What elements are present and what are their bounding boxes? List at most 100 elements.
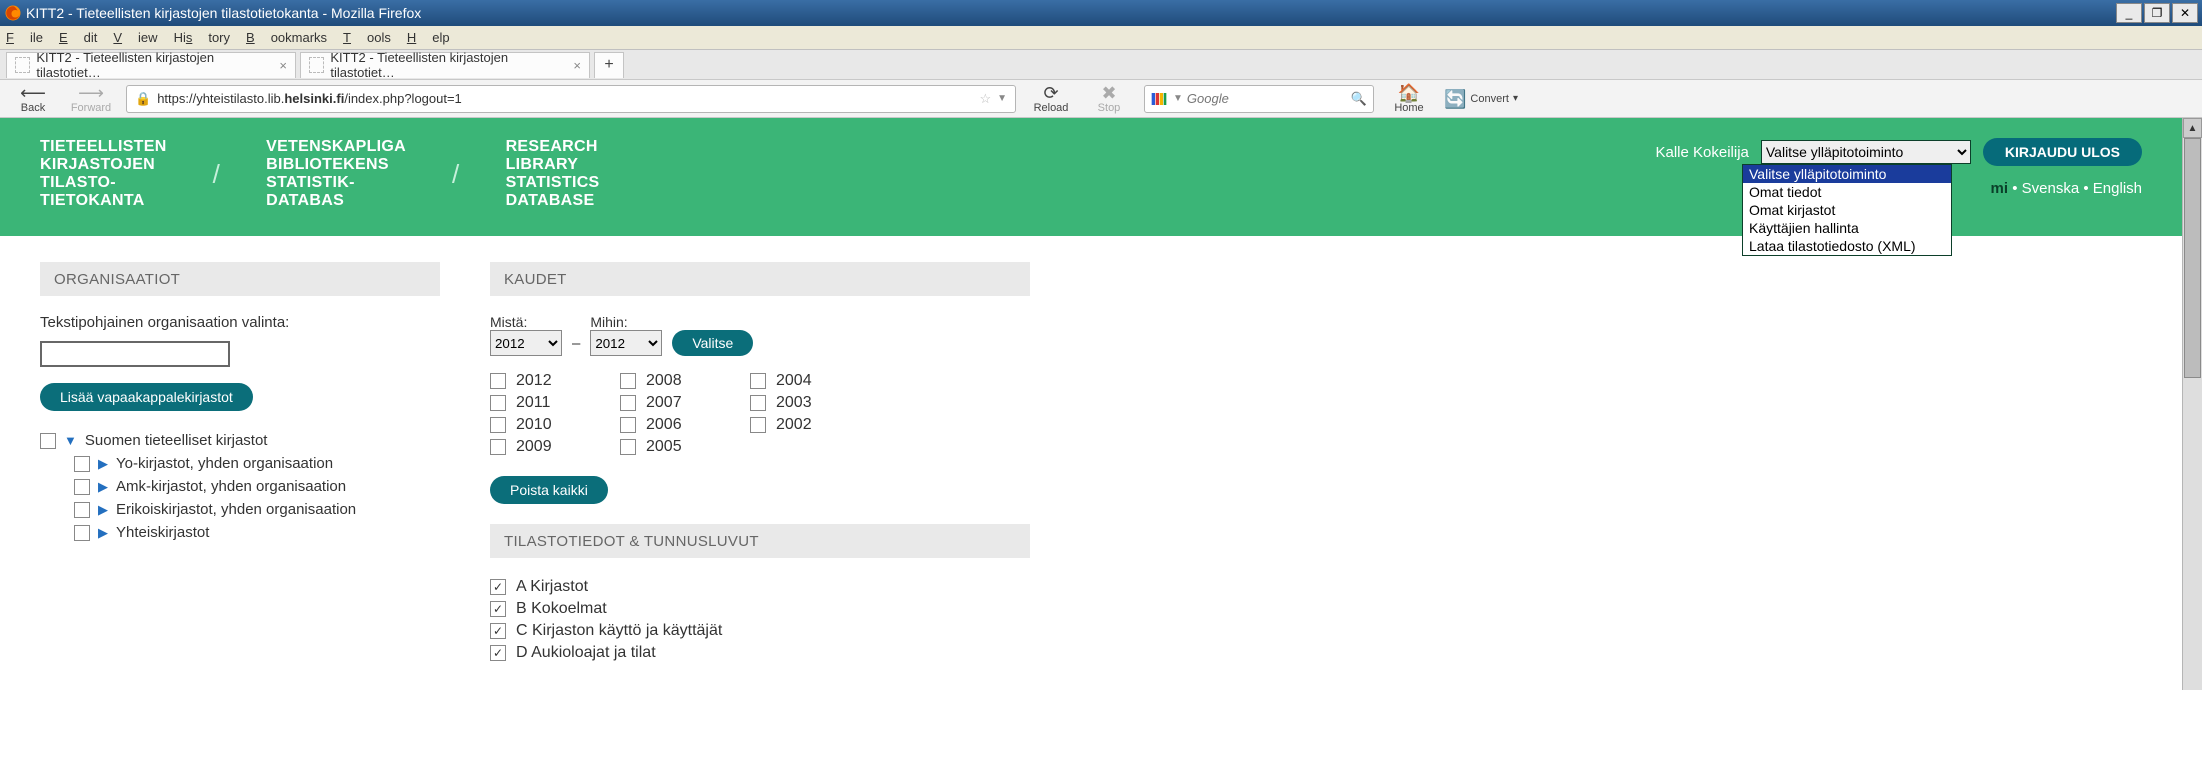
close-icon[interactable]: ×: [573, 58, 581, 73]
checkbox[interactable]: [490, 579, 506, 595]
checkbox[interactable]: [40, 433, 56, 449]
checkbox[interactable]: [74, 479, 90, 495]
search-icon[interactable]: 🔍: [1351, 91, 1367, 107]
to-label: Mihin:: [590, 314, 662, 330]
scroll-up-icon[interactable]: ▲: [2183, 118, 2202, 138]
menu-file[interactable]: File: [6, 30, 43, 45]
bookmark-star-icon[interactable]: ☆: [979, 91, 991, 107]
stat-label: A Kirjastot: [516, 578, 588, 596]
chevron-down-icon[interactable]: ▾: [1513, 93, 1518, 104]
tree-item[interactable]: ▶ Erikoiskirjastot, yhden organisaation: [40, 498, 440, 521]
checkbox[interactable]: [490, 439, 506, 455]
checkbox[interactable]: [490, 417, 506, 433]
menu-view[interactable]: View: [113, 30, 157, 45]
admin-option-selected[interactable]: Valitse ylläpitotoiminto: [1743, 165, 1951, 183]
checkbox[interactable]: [620, 373, 636, 389]
stat-item[interactable]: D Aukioloajat ja tilat: [490, 642, 1030, 664]
checkbox[interactable]: [750, 417, 766, 433]
forward-button[interactable]: ⟶ Forward: [68, 84, 114, 114]
stop-button[interactable]: ✖ Stop: [1086, 84, 1132, 114]
year-cell[interactable]: 2003: [750, 392, 880, 414]
url-text: https://yhteistilasto.lib.helsinki.fi/in…: [157, 91, 462, 106]
to-year-select[interactable]: 2012: [590, 330, 662, 356]
reload-button[interactable]: ⟳ Reload: [1028, 84, 1074, 114]
logout-button[interactable]: KIRJAUDU ULOS: [1983, 138, 2142, 166]
expand-down-icon[interactable]: ▼: [64, 433, 77, 448]
tree-item[interactable]: ▶ Yhteiskirjastot: [40, 521, 440, 544]
checkbox[interactable]: [74, 502, 90, 518]
tab-label: KITT2 - Tieteellisten kirjastojen tilast…: [330, 50, 565, 80]
checkbox[interactable]: [74, 525, 90, 541]
year-cell[interactable]: 2012: [490, 370, 620, 392]
stat-item[interactable]: C Kirjaston käyttö ja käyttäjät: [490, 620, 1030, 642]
stop-label: Stop: [1098, 102, 1121, 114]
checkbox[interactable]: [750, 373, 766, 389]
checkbox[interactable]: [490, 373, 506, 389]
tree-item[interactable]: ▶ Yo-kirjastot, yhden organisaation: [40, 452, 440, 475]
chevron-down-icon[interactable]: ▼: [1173, 93, 1183, 104]
lang-fi-link[interactable]: mi: [1991, 180, 2009, 197]
menu-history[interactable]: History: [174, 30, 230, 45]
tree-label: Suomen tieteelliset kirjastot: [85, 432, 268, 449]
convert-button[interactable]: 🔄 Convert ▾: [1444, 90, 1518, 108]
scroll-thumb[interactable]: [2184, 138, 2201, 378]
menu-edit[interactable]: Edit: [59, 30, 97, 45]
checkbox[interactable]: [490, 601, 506, 617]
checkbox[interactable]: [490, 645, 506, 661]
year-cell[interactable]: 2002: [750, 414, 880, 436]
checkbox[interactable]: [750, 395, 766, 411]
checkbox[interactable]: [490, 623, 506, 639]
year-cell[interactable]: 2004: [750, 370, 880, 392]
tree-root[interactable]: ▼ Suomen tieteelliset kirjastot: [40, 429, 440, 452]
year-cell[interactable]: 2009: [490, 436, 620, 458]
new-tab-button[interactable]: +: [594, 52, 624, 78]
vertical-scrollbar[interactable]: ▲: [2182, 118, 2202, 690]
stat-item[interactable]: B Kokoelmat: [490, 598, 1030, 620]
stat-label: B Kokoelmat: [516, 600, 607, 618]
checkbox[interactable]: [490, 395, 506, 411]
close-icon[interactable]: ×: [279, 58, 287, 73]
lang-en-link[interactable]: English: [2093, 180, 2142, 197]
expand-right-icon[interactable]: ▶: [98, 525, 108, 541]
add-deposit-libs-button[interactable]: Lisää vapaakappalekirjastot: [40, 383, 253, 411]
checkbox[interactable]: [620, 395, 636, 411]
admin-option[interactable]: Käyttäjien hallinta: [1743, 219, 1951, 237]
window-close-button[interactable]: ✕: [2172, 3, 2198, 23]
urlbar-dropdown-icon[interactable]: ▼: [997, 93, 1007, 104]
select-range-button[interactable]: Valitse: [672, 330, 753, 356]
back-button[interactable]: ⟵ Back: [10, 84, 56, 114]
checkbox[interactable]: [74, 456, 90, 472]
browser-tab-2[interactable]: KITT2 - Tieteellisten kirjastojen tilast…: [300, 52, 590, 78]
year-cell[interactable]: 2008: [620, 370, 750, 392]
periods-panel: KAUDET Mistä: 2012 – Mihin: 2012 Valitse…: [490, 262, 1030, 664]
admin-option[interactable]: Lataa tilastotiedosto (XML): [1743, 237, 1951, 255]
menu-tools[interactable]: Tools: [343, 30, 391, 45]
tree-item[interactable]: ▶ Amk-kirjastot, yhden organisaation: [40, 475, 440, 498]
window-restore-button[interactable]: ❐: [2144, 3, 2170, 23]
url-bar[interactable]: 🔒 https://yhteistilasto.lib.helsinki.fi/…: [126, 85, 1016, 113]
expand-right-icon[interactable]: ▶: [98, 479, 108, 495]
checkbox[interactable]: [620, 439, 636, 455]
year-cell[interactable]: 2006: [620, 414, 750, 436]
admin-option[interactable]: Omat kirjastot: [1743, 201, 1951, 219]
year-cell[interactable]: 2007: [620, 392, 750, 414]
year-cell[interactable]: 2011: [490, 392, 620, 414]
stat-item[interactable]: A Kirjastot: [490, 576, 1030, 598]
year-cell[interactable]: 2010: [490, 414, 620, 436]
expand-right-icon[interactable]: ▶: [98, 502, 108, 518]
menu-bookmarks[interactable]: Bookmarks: [246, 30, 327, 45]
menu-help[interactable]: Help: [407, 30, 450, 45]
lang-sv-link[interactable]: Svenska: [2022, 180, 2080, 197]
home-button[interactable]: 🏠 Home: [1386, 84, 1432, 114]
from-year-select[interactable]: 2012: [490, 330, 562, 356]
expand-right-icon[interactable]: ▶: [98, 456, 108, 472]
search-bar[interactable]: ▼ Google 🔍: [1144, 85, 1374, 113]
admin-option[interactable]: Omat tiedot: [1743, 183, 1951, 201]
admin-function-select[interactable]: Valitse ylläpitotoiminto: [1761, 140, 1971, 164]
year-cell[interactable]: 2005: [620, 436, 750, 458]
window-minimize-button[interactable]: _: [2116, 3, 2142, 23]
checkbox[interactable]: [620, 417, 636, 433]
clear-all-button[interactable]: Poista kaikki: [490, 476, 608, 504]
org-text-input[interactable]: [40, 341, 230, 367]
browser-tab-1[interactable]: KITT2 - Tieteellisten kirjastojen tilast…: [6, 52, 296, 78]
